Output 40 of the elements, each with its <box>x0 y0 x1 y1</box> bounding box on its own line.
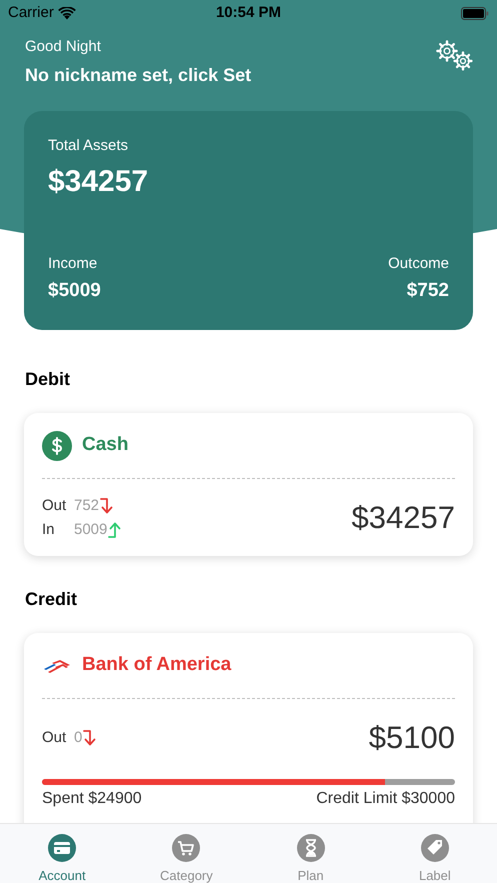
carrier-label: Carrier <box>8 2 54 23</box>
flow-label: Out <box>42 728 68 748</box>
section-title: Credit <box>24 588 78 610</box>
credit-limit-text: Credit Limit $30000 <box>316 789 455 809</box>
wifi-icon <box>58 6 76 20</box>
flow-amount: 5009 <box>74 520 108 540</box>
hourglass-icon <box>294 832 327 864</box>
account-name: Bank of America <box>82 653 232 678</box>
flow-amount: 752 <box>74 496 100 516</box>
up-arrow-icon <box>107 521 124 540</box>
account-name: Cash <box>82 433 128 458</box>
total-assets-value: $34257 <box>48 164 150 200</box>
balance-amount: $34257 <box>352 498 455 537</box>
total-assets-label: Total Assets <box>48 136 130 156</box>
income-value: $5009 <box>48 279 101 303</box>
tab-item[interactable]: Label <box>372 824 497 883</box>
battery-icon <box>460 6 489 20</box>
outcome-label: Outcome <box>388 254 449 274</box>
account-card[interactable]: Bank of America Out 0 $5100 Spent $24900 Credit Limit $30000 <box>24 632 473 823</box>
flow-label: Out <box>42 496 68 516</box>
section-title: Debit <box>24 368 71 390</box>
nickname-link[interactable]: No nickname set, click Set <box>25 62 252 88</box>
greeting-text: Good Night <box>25 37 102 57</box>
clock: 10:54 PM <box>216 2 282 23</box>
card-icon <box>46 832 78 864</box>
income-label: Income <box>48 254 98 274</box>
down-arrow-icon <box>99 496 116 515</box>
cart-icon <box>170 832 202 864</box>
flow-amount: 0 <box>74 728 82 748</box>
account-card[interactable]: Cash Out 752 In 5009 $34257 <box>24 412 473 556</box>
outcome-value: $752 <box>406 279 449 303</box>
tab-item[interactable]: Category <box>124 824 248 883</box>
tag-icon <box>418 832 451 864</box>
flow-label: In <box>42 520 56 540</box>
balance-amount: $5100 <box>368 718 455 756</box>
down-arrow-icon <box>82 728 98 747</box>
settings-icon[interactable] <box>436 40 474 72</box>
tab-item[interactable]: Account <box>0 824 124 883</box>
tab-item[interactable]: Plan <box>248 824 373 883</box>
spent-text: Spent $24900 <box>42 789 142 809</box>
